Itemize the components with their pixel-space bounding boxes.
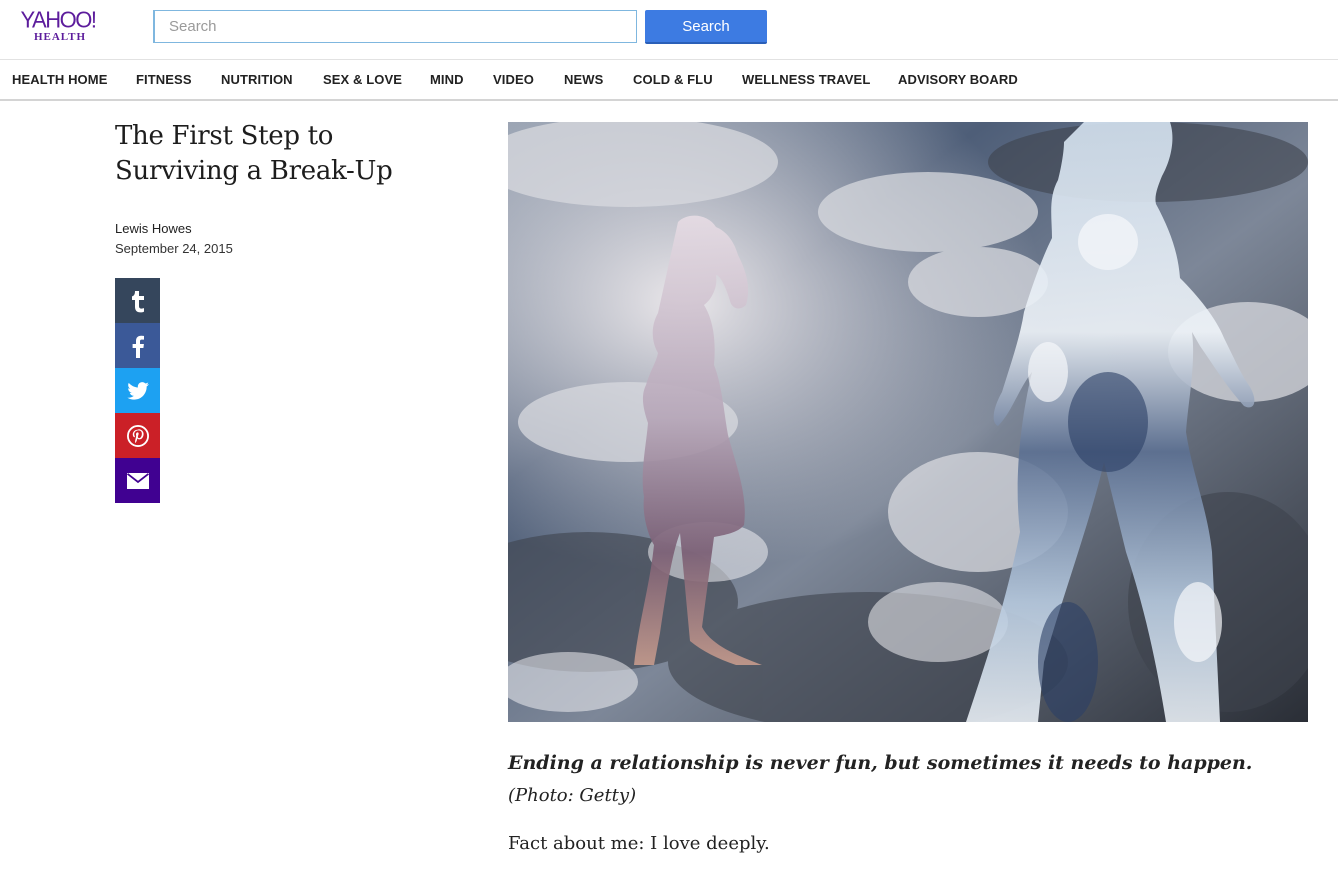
clouds-silhouettes-illustration — [508, 122, 1308, 722]
article-hero-image — [508, 122, 1308, 722]
facebook-icon — [132, 335, 144, 358]
nav-item-mind[interactable]: MIND — [430, 72, 464, 87]
logo-text: YAHOO! — [20, 6, 97, 33]
nav-item-sex-love[interactable]: SEX & LOVE — [323, 72, 402, 87]
nav-item-video[interactable]: VIDEO — [493, 72, 534, 87]
logo-subtext: HEALTH — [33, 31, 87, 43]
share-facebook-button[interactable] — [115, 323, 160, 368]
mail-icon — [126, 472, 149, 489]
nav-item-health-home[interactable]: HEALTH HOME — [12, 72, 107, 87]
photo-credit: (Photo: Getty) — [508, 785, 637, 806]
search-button[interactable]: Search — [645, 10, 767, 44]
article-paragraph: Fact about me: I love deeply. — [508, 833, 770, 854]
article-author[interactable]: Lewis Howes — [115, 221, 192, 236]
share-email-button[interactable] — [115, 458, 160, 503]
nav-item-cold-flu[interactable]: COLD & FLU — [633, 72, 713, 87]
search-input[interactable] — [153, 10, 637, 43]
image-caption: Ending a relationship is never fun, but … — [508, 747, 1308, 812]
caption-text: Ending a relationship is never fun, but … — [508, 752, 1253, 774]
share-pinterest-button[interactable] — [115, 413, 160, 458]
tumblr-icon — [131, 290, 144, 312]
nav-item-advisory-board[interactable]: ADVISORY BOARD — [898, 72, 1018, 87]
nav-item-wellness-travel[interactable]: WELLNESS TRAVEL — [742, 72, 870, 87]
main-nav: HEALTH HOME FITNESS NUTRITION SEX & LOVE… — [0, 59, 1338, 101]
nav-item-news[interactable]: NEWS — [564, 72, 603, 87]
twitter-icon — [126, 381, 149, 400]
nav-item-nutrition[interactable]: NUTRITION — [221, 72, 293, 87]
site-header: YAHOO! HEALTH Search — [0, 0, 1338, 59]
share-tumblr-button[interactable] — [115, 278, 160, 323]
yahoo-health-logo[interactable]: YAHOO! HEALTH — [12, 6, 104, 45]
nav-item-fitness[interactable]: FITNESS — [136, 72, 192, 87]
article-title: The First Step to Surviving a Break-Up — [115, 121, 393, 186]
article-date: September 24, 2015 — [115, 241, 233, 256]
share-twitter-button[interactable] — [115, 368, 160, 413]
pinterest-icon — [126, 424, 149, 447]
